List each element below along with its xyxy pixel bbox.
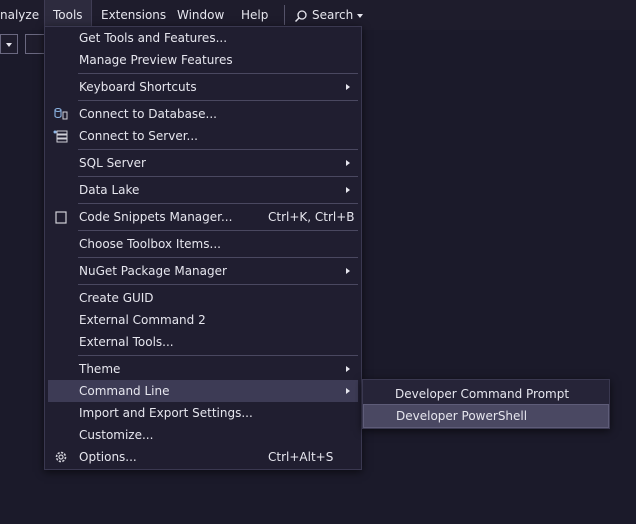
menu-item-customize[interactable]: Customize... (48, 424, 358, 446)
menu-item-label: Manage Preview Features (79, 53, 233, 67)
menu-item-command-line[interactable]: Command Line (48, 380, 358, 402)
server-connect-icon (53, 130, 68, 143)
chevron-right-icon (346, 366, 350, 372)
menu-separator (78, 176, 358, 177)
menu-analyze[interactable]: nalyze (0, 0, 47, 30)
tools-menu: Get Tools and Features... Manage Preview… (44, 26, 362, 470)
menu-separator (78, 355, 358, 356)
menu-item-keyboard-shortcuts[interactable]: Keyboard Shortcuts (48, 76, 358, 98)
menu-item-choose-toolbox[interactable]: Choose Toolbox Items... (48, 233, 358, 255)
menu-item-nuget[interactable]: NuGet Package Manager (48, 260, 358, 282)
menu-item-label: Code Snippets Manager... (79, 210, 233, 224)
menu-item-import-export[interactable]: Import and Export Settings... (48, 402, 358, 424)
menu-item-label: Customize... (79, 428, 154, 442)
chevron-right-icon (346, 84, 350, 90)
menu-separator (78, 257, 358, 258)
submenu-item-label: Developer PowerShell (396, 409, 528, 423)
chevron-right-icon (346, 187, 350, 193)
menu-item-sql-server[interactable]: SQL Server (48, 152, 358, 174)
command-line-submenu: Developer Command Prompt Developer Power… (362, 379, 610, 429)
search-label: Search (312, 8, 354, 22)
menu-item-label: Keyboard Shortcuts (79, 80, 197, 94)
menu-item-label: Create GUID (79, 291, 154, 305)
menu-item-get-tools[interactable]: Get Tools and Features... (48, 27, 358, 49)
menu-item-data-lake[interactable]: Data Lake (48, 179, 358, 201)
menu-item-label: Choose Toolbox Items... (79, 237, 221, 251)
menu-separator (78, 203, 358, 204)
menu-separator (78, 284, 358, 285)
menu-item-label: Theme (79, 362, 121, 376)
menu-item-label: Connect to Server... (79, 129, 198, 143)
menu-separator (78, 230, 358, 231)
menu-item-manage-preview[interactable]: Manage Preview Features (48, 49, 358, 71)
gear-icon (55, 451, 67, 463)
menu-item-code-snippets[interactable]: Code Snippets Manager... Ctrl+K, Ctrl+B (48, 206, 358, 228)
menu-item-theme[interactable]: Theme (48, 358, 358, 380)
search-icon (294, 9, 307, 22)
submenu-item-developer-powershell[interactable]: Developer PowerShell (363, 404, 609, 428)
chevron-down-icon (6, 43, 12, 47)
menu-item-label: Get Tools and Features... (79, 31, 228, 45)
menu-item-shortcut: Ctrl+K, Ctrl+B (268, 210, 355, 224)
chevron-down-icon (357, 13, 364, 18)
menu-item-connect-server[interactable]: Connect to Server... (48, 125, 358, 147)
menubar-divider (284, 5, 285, 25)
menu-item-label: Data Lake (79, 183, 140, 197)
menu-item-connect-database[interactable]: Connect to Database... (48, 103, 358, 125)
menu-item-shortcut: Ctrl+Alt+S (268, 450, 334, 464)
database-connect-icon (54, 107, 68, 120)
menu-item-label: Command Line (79, 384, 170, 398)
menu-separator (78, 73, 358, 74)
menu-item-label: Connect to Database... (79, 107, 217, 121)
menu-separator (78, 100, 358, 101)
menu-item-label: NuGet Package Manager (79, 264, 227, 278)
submenu-item-label: Developer Command Prompt (395, 387, 570, 401)
menu-item-label: External Command 2 (79, 313, 206, 327)
menu-item-label: External Tools... (79, 335, 174, 349)
chevron-right-icon (346, 160, 350, 166)
menu-item-create-guid[interactable]: Create GUID (48, 287, 358, 309)
menu-item-label: Import and Export Settings... (79, 406, 253, 420)
chevron-right-icon (346, 388, 350, 394)
chevron-right-icon (346, 268, 350, 274)
menu-separator (78, 149, 358, 150)
menu-item-external-tools[interactable]: External Tools... (48, 331, 358, 353)
menu-item-external-command-2[interactable]: External Command 2 (48, 309, 358, 331)
toolbar-dropdown[interactable] (0, 34, 18, 54)
submenu-item-developer-command-prompt[interactable]: Developer Command Prompt (363, 383, 607, 405)
menu-item-options[interactable]: Options... Ctrl+Alt+S (48, 446, 358, 468)
menu-item-label: SQL Server (79, 156, 146, 170)
snippet-icon (55, 211, 67, 224)
menu-item-label: Options... (79, 450, 137, 464)
